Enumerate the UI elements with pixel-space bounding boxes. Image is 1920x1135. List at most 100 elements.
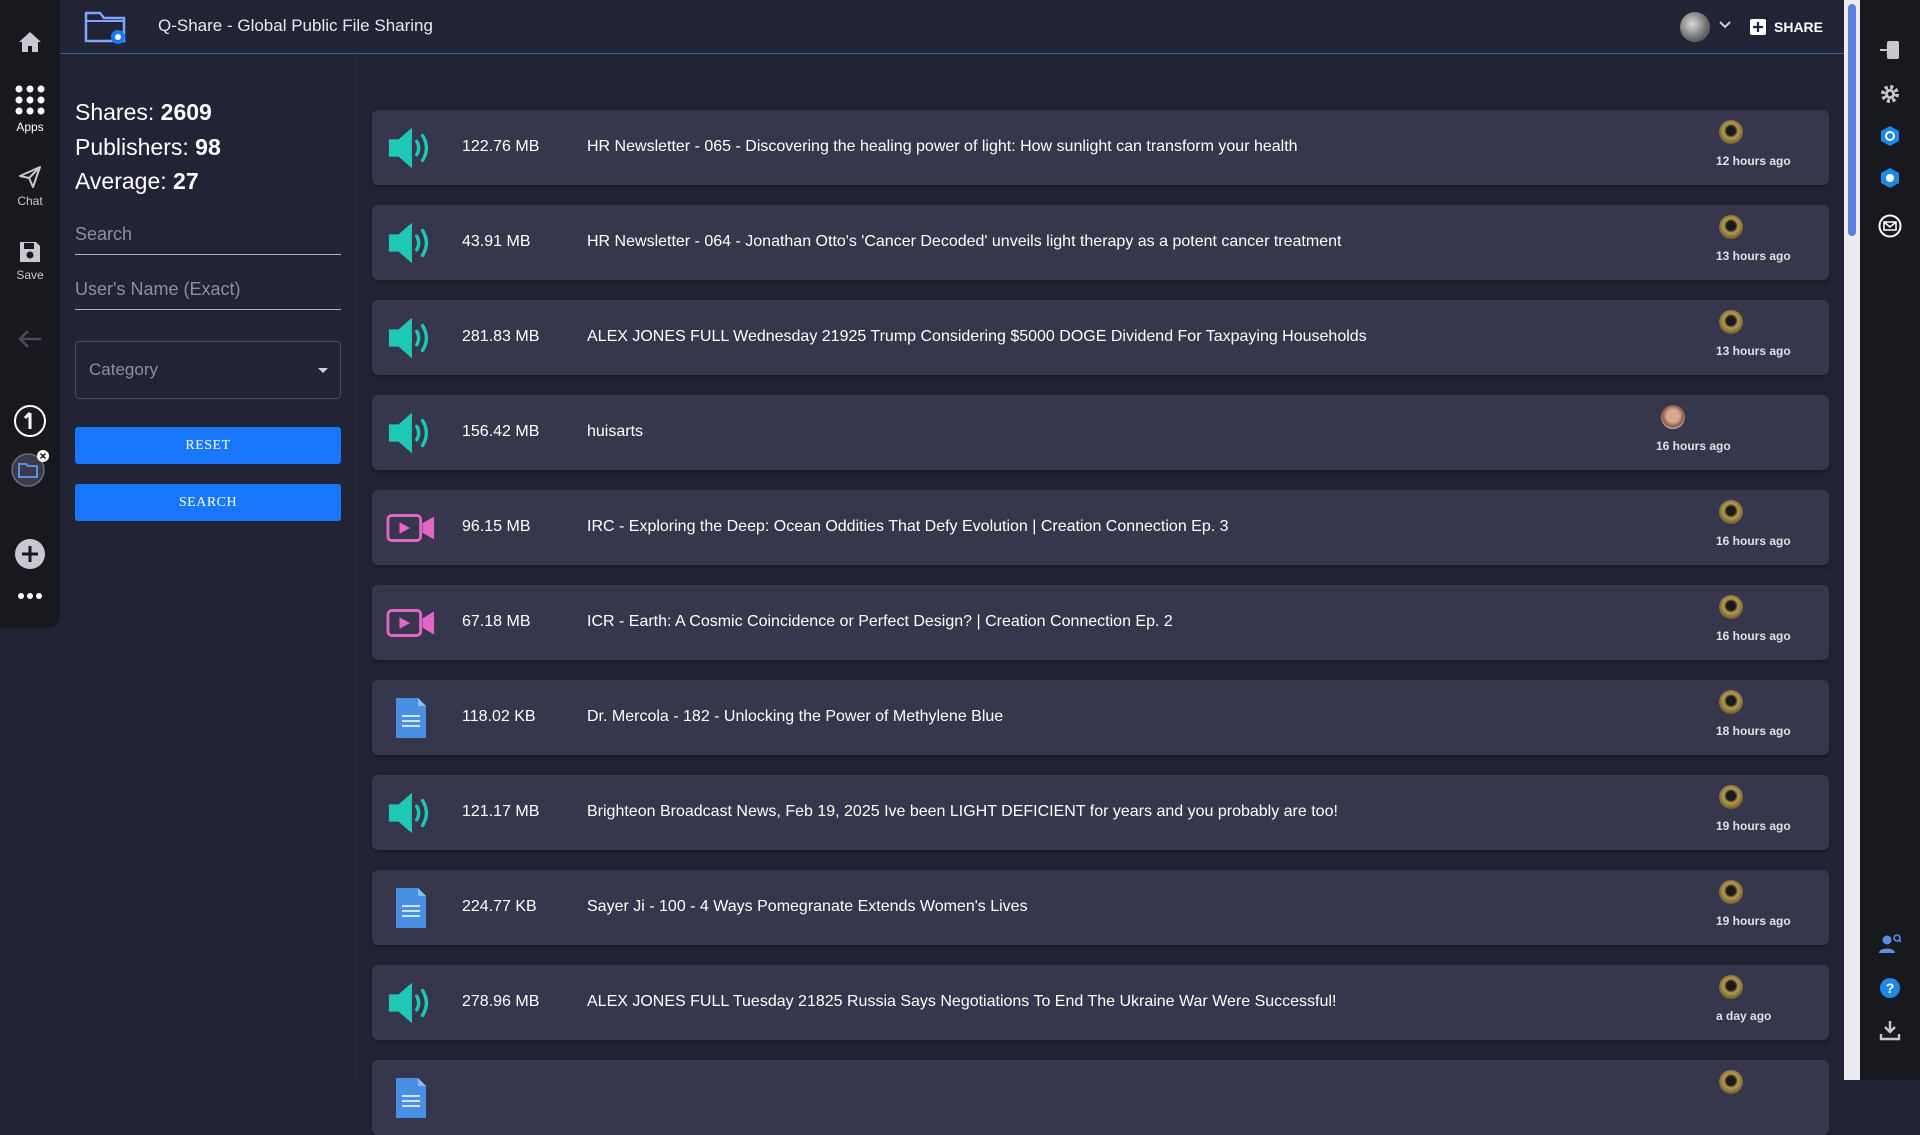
help-icon: ? [1880,978,1900,998]
file-type-icon [386,693,436,743]
file-type-icon [386,408,436,458]
file-type-icon [386,313,436,363]
file-row[interactable]: 156.42 MB huisarts 16 hours ago [372,395,1829,470]
qshare-app-button[interactable] [0,450,60,488]
right-rail: ? [1860,0,1920,1080]
home-button[interactable] [0,30,60,54]
audio-speaker-icon [388,792,429,834]
file-size: 67.18 MB [462,613,531,630]
audio-speaker-icon [388,127,429,169]
publisher-avatar[interactable] [1719,120,1743,144]
category-label: Category [89,360,158,379]
published-time: 19 hours ago [1716,914,1791,928]
shares-count: 2609 [160,99,212,125]
publishers-label: Publishers: [75,134,189,160]
published-time: 19 hours ago [1716,819,1791,833]
qortal-node-button[interactable] [1878,124,1902,148]
document-icon [396,888,426,928]
video-camera-icon [386,514,435,542]
publisher-avatar[interactable] [1719,310,1743,334]
file-size: 278.96 MB [462,993,540,1010]
add-app-button[interactable] [0,538,60,570]
chevron-down-icon[interactable] [1718,18,1732,32]
file-row[interactable]: 224.77 KB Sayer Ji - 100 - 4 Ways Pomegra… [372,870,1829,945]
shares-stat: Shares: 2609 [75,99,212,126]
help-button[interactable]: ? [1878,976,1902,1000]
reset-button[interactable]: RESET [75,427,341,464]
document-icon [396,1078,426,1118]
user-lookup-button[interactable] [1878,932,1902,956]
publisher-avatar[interactable] [1661,405,1685,429]
file-type-icon [386,788,436,838]
qortal-app-button[interactable] [0,404,60,438]
search-button[interactable]: SEARCH [75,484,341,521]
save-button[interactable]: Save [0,240,60,282]
file-row[interactable]: 96.15 MB IRC - Exploring the Deep: Ocean … [372,490,1829,565]
file-title: HR Newsletter - 065 - Discovering the he… [587,138,1298,155]
qortal-node-icon [1881,126,1899,146]
file-row[interactable]: 43.91 MB HR Newsletter - 064 - Jonathan O… [372,205,1829,280]
share-button[interactable]: SHARE [1750,12,1823,42]
audio-speaker-icon [388,222,429,264]
back-button[interactable] [0,328,60,350]
apps-grid-icon [15,85,45,115]
scrollbar-thumb[interactable] [1848,4,1856,236]
file-title: ALEX JONES FULL Tuesday 21825 Russia Say… [587,993,1337,1010]
publisher-avatar[interactable] [1719,500,1743,524]
file-row[interactable]: 281.83 MB ALEX JONES FULL Wednesday 21925… [372,300,1829,375]
published-time: 13 hours ago [1716,249,1791,263]
file-title: Brighteon Broadcast News, Feb 19, 2025 I… [587,803,1338,820]
mail-button[interactable] [1878,214,1902,238]
publisher-avatar[interactable] [1719,690,1743,714]
publisher-avatar[interactable] [1719,215,1743,239]
file-row[interactable] [372,1060,1829,1135]
publisher-avatar[interactable] [1719,785,1743,809]
audio-speaker-icon [388,982,429,1024]
video-camera-icon [386,609,435,637]
user-search-icon [1879,934,1902,953]
file-row[interactable]: 121.17 MB Brighteon Broadcast News, Feb 1… [372,775,1829,850]
username-input[interactable] [75,270,341,309]
file-title: ALEX JONES FULL Wednesday 21925 Trump Co… [587,328,1367,345]
publisher-avatar[interactable] [1719,1070,1743,1094]
file-title: HR Newsletter - 064 - Jonathan Otto's 'C… [587,233,1342,250]
file-row[interactable]: 122.76 MB HR Newsletter - 065 - Discoveri… [372,110,1829,185]
top-header: Q-Share - Global Public File Sharing SHA… [60,0,1844,54]
file-size: 121.17 MB [462,803,540,820]
category-select[interactable]: Category [75,341,341,399]
settings-button[interactable] [1878,82,1902,106]
search-input[interactable] [75,215,341,254]
qortal-core-icon [1881,168,1899,188]
publisher-avatar[interactable] [1719,880,1743,904]
logout-icon [1880,41,1899,59]
home-icon [19,32,41,52]
user-avatar[interactable] [1680,12,1710,42]
file-size: 156.42 MB [462,423,540,440]
logout-button[interactable] [1878,38,1902,62]
file-title: Sayer Ji - 100 - 4 Ways Pomegranate Exte… [587,898,1028,915]
arrow-left-icon [18,330,41,348]
qortal-core-button[interactable] [1878,166,1902,190]
publisher-avatar[interactable] [1719,595,1743,619]
qshare-logo-icon[interactable] [84,9,128,45]
more-options-button[interactable] [0,592,60,600]
publisher-avatar[interactable] [1719,975,1743,999]
document-icon [396,698,426,738]
chat-button[interactable]: Chat [0,164,60,208]
plus-icon [15,539,45,569]
apps-button[interactable]: Apps [0,84,60,134]
shares-label: Shares: [75,99,155,125]
share-label: SHARE [1774,19,1824,35]
file-row[interactable]: 118.02 KB Dr. Mercola - 182 - Unlocking t… [372,680,1829,755]
download-button[interactable] [1878,1018,1902,1042]
file-size: 224.77 KB [462,898,537,915]
file-title: IRC - Exploring the Deep: Ocean Oddities… [587,518,1229,535]
file-size: 281.83 MB [462,328,540,345]
file-size: 96.15 MB [462,518,531,535]
average-label: Average: [75,168,167,194]
file-row[interactable]: 67.18 MB ICR - Earth: A Cosmic Coincidenc… [372,585,1829,660]
published-time: a day ago [1716,1009,1772,1023]
file-type-icon [386,218,436,268]
file-row[interactable]: 278.96 MB ALEX JONES FULL Tuesday 21825 R… [372,965,1829,1040]
apps-label: Apps [16,120,44,134]
